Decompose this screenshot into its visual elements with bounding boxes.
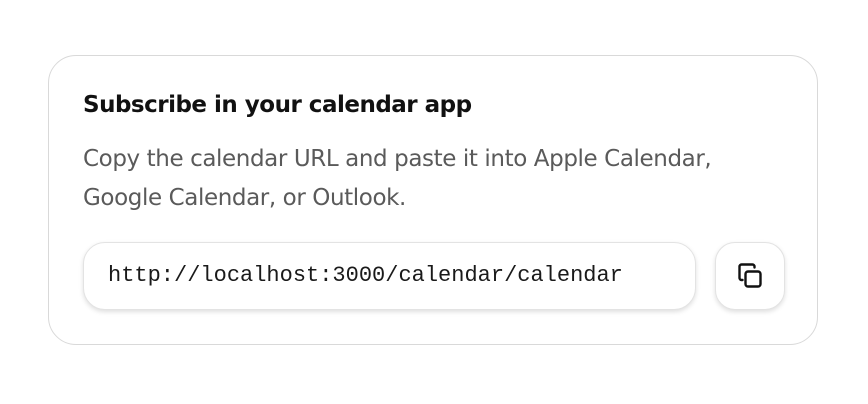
card-title: Subscribe in your calendar app [83, 92, 472, 118]
copy-url-button[interactable] [715, 242, 785, 310]
copy-icon [735, 261, 765, 291]
calendar-url-field[interactable]: http://localhost:3000/calendar/calendar [83, 242, 696, 310]
card-description: Copy the calendar URL and paste it into … [83, 140, 803, 218]
description-line: Google Calendar, or Outlook. [83, 185, 406, 211]
subscribe-card: Subscribe in your calendar app Copy the … [48, 55, 818, 345]
description-line: Copy the calendar URL and paste it into … [83, 146, 712, 172]
